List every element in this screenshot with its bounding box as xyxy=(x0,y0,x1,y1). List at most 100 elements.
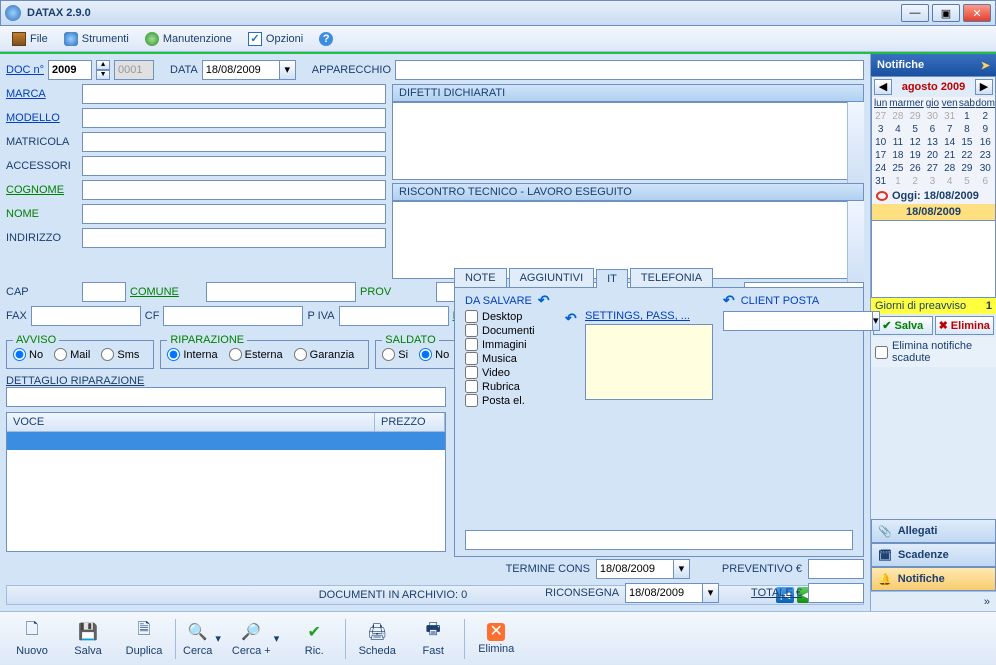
data-dropdown[interactable]: ▾ xyxy=(280,60,296,80)
elim-scadute-check[interactable]: Elimina notifiche scadute xyxy=(871,337,996,367)
chk-musica[interactable]: Musica xyxy=(465,352,550,365)
nome-input[interactable] xyxy=(82,204,386,224)
cf-input[interactable] xyxy=(163,306,303,326)
chk-immagini[interactable]: Immagini xyxy=(465,338,550,351)
cal-day[interactable]: 24 xyxy=(872,162,889,175)
fast-button[interactable]: 🖶Fast xyxy=(405,616,461,662)
side-notifiche[interactable]: 🔔Notifiche xyxy=(871,567,996,591)
undo-icon[interactable]: ↶ xyxy=(723,292,735,309)
accessori-input[interactable] xyxy=(82,156,386,176)
arrow-icon[interactable]: ➤ xyxy=(981,59,990,72)
it-bottom-input[interactable] xyxy=(465,530,853,550)
cal-day[interactable]: 7 xyxy=(941,123,958,136)
cal-day[interactable]: 3 xyxy=(872,123,889,136)
riconsegna-dd[interactable]: ▾ xyxy=(703,583,719,603)
saldato-no[interactable]: No xyxy=(419,348,449,361)
menu-help[interactable]: ? xyxy=(313,30,339,48)
saldato-si[interactable]: Si xyxy=(382,348,408,361)
docn-label[interactable]: DOC n° xyxy=(6,64,44,76)
cal-day[interactable]: 28 xyxy=(889,110,906,123)
menu-manutenzione[interactable]: Manutenzione xyxy=(139,30,238,48)
undo-icon[interactable]: ↶ xyxy=(565,310,577,327)
cal-day[interactable]: 12 xyxy=(907,136,924,149)
elimina-button[interactable]: ✕Elimina xyxy=(468,616,524,662)
cal-day[interactable]: 30 xyxy=(976,162,995,175)
cal-day[interactable]: 18 xyxy=(889,149,906,162)
docn-year-input[interactable] xyxy=(48,60,92,80)
chevron-down-icon[interactable]: » xyxy=(984,596,990,608)
ric-button[interactable]: ✔Ric. xyxy=(286,616,342,662)
cal-day[interactable]: 8 xyxy=(958,123,975,136)
cal-day[interactable]: 28 xyxy=(941,162,958,175)
cal-day[interactable]: 6 xyxy=(976,175,995,188)
cal-day[interactable]: 29 xyxy=(958,162,975,175)
cal-day[interactable]: 30 xyxy=(924,110,941,123)
side-allegati[interactable]: 📎Allegati xyxy=(871,519,996,543)
cal-day[interactable]: 10 xyxy=(872,136,889,149)
cal-day[interactable]: 20 xyxy=(924,149,941,162)
riconsegna-input[interactable] xyxy=(625,583,703,603)
minimize-button[interactable]: — xyxy=(901,4,929,22)
cal-day[interactable]: 14 xyxy=(941,136,958,149)
cal-day[interactable]: 2 xyxy=(907,175,924,188)
tab-note[interactable]: NOTE xyxy=(454,268,507,287)
salva-button[interactable]: 💾Salva xyxy=(60,616,116,662)
dettaglio-note-input[interactable] xyxy=(6,387,446,407)
settings-textarea[interactable] xyxy=(585,324,713,400)
duplica-button[interactable]: 🗎Duplica xyxy=(116,616,172,662)
tab-aggiuntivi[interactable]: AGGIUNTIVI xyxy=(509,268,595,287)
modello-label[interactable]: MODELLO xyxy=(6,112,78,124)
undo-icon[interactable]: ↶ xyxy=(538,292,550,309)
side-elimina-button[interactable]: ✖Elimina xyxy=(935,316,995,335)
cal-day[interactable]: 29 xyxy=(907,110,924,123)
cognome-input[interactable] xyxy=(82,180,386,200)
settings-link[interactable]: SETTINGS, PASS, ... xyxy=(585,310,713,322)
menu-strumenti[interactable]: Strumenti xyxy=(58,30,135,48)
cal-day[interactable]: 5 xyxy=(907,123,924,136)
cal-day[interactable]: 19 xyxy=(907,149,924,162)
totale-label[interactable]: TOTALE € xyxy=(751,587,802,599)
nuovo-button[interactable]: 🗋Nuovo xyxy=(4,616,60,662)
termine-input[interactable] xyxy=(596,559,674,579)
apparecchio-input[interactable] xyxy=(395,60,864,80)
cal-day[interactable]: 31 xyxy=(872,175,889,188)
cal-day[interactable]: 25 xyxy=(889,162,906,175)
comune-label[interactable]: COMUNE xyxy=(130,286,202,298)
rip-interna[interactable]: Interna xyxy=(167,348,217,361)
chk-posta[interactable]: Posta el. xyxy=(465,394,550,407)
cal-day[interactable]: 17 xyxy=(872,149,889,162)
cal-day[interactable]: 11 xyxy=(889,136,906,149)
client-posta-combo[interactable] xyxy=(723,311,873,331)
cerca-plus-button[interactable]: 🔎Cerca +▾ xyxy=(228,616,286,662)
marca-label[interactable]: MARCA xyxy=(6,88,78,100)
chk-video[interactable]: Video xyxy=(465,366,550,379)
menu-opzioni[interactable]: ✓Opzioni xyxy=(242,30,309,48)
cal-day[interactable]: 2 xyxy=(976,110,995,123)
notifiche-list[interactable] xyxy=(871,221,996,298)
cal-day[interactable]: 5 xyxy=(958,175,975,188)
table-row-selected[interactable] xyxy=(7,432,445,450)
fax-input[interactable] xyxy=(31,306,141,326)
cal-day[interactable]: 23 xyxy=(976,149,995,162)
chk-rubrica[interactable]: Rubrica xyxy=(465,380,550,393)
close-button[interactable]: ✕ xyxy=(963,4,991,22)
avviso-mail[interactable]: Mail xyxy=(54,348,90,361)
cal-today[interactable]: Oggi: 18/08/2009 xyxy=(872,188,995,204)
comune-input[interactable] xyxy=(206,282,356,302)
cal-day[interactable]: 31 xyxy=(941,110,958,123)
matricola-input[interactable] xyxy=(82,132,386,152)
cerca-button[interactable]: 🔍Cerca▾ xyxy=(179,616,228,662)
tab-telefonia[interactable]: TELEFONIA xyxy=(630,268,713,287)
cal-day[interactable]: 15 xyxy=(958,136,975,149)
rip-garanzia[interactable]: Garanzia xyxy=(294,348,355,361)
cal-day[interactable]: 21 xyxy=(941,149,958,162)
col-prezzo[interactable]: PREZZO xyxy=(375,413,445,431)
cal-day[interactable]: 4 xyxy=(941,175,958,188)
totale-input[interactable] xyxy=(808,583,864,603)
termine-dd[interactable]: ▾ xyxy=(674,559,690,579)
client-posta-dropdown[interactable]: ▾ xyxy=(873,311,880,331)
chk-documenti[interactable]: Documenti xyxy=(465,324,550,337)
cal-prev[interactable]: ◀ xyxy=(874,79,892,95)
cal-day[interactable]: 27 xyxy=(872,110,889,123)
cal-day[interactable]: 1 xyxy=(889,175,906,188)
